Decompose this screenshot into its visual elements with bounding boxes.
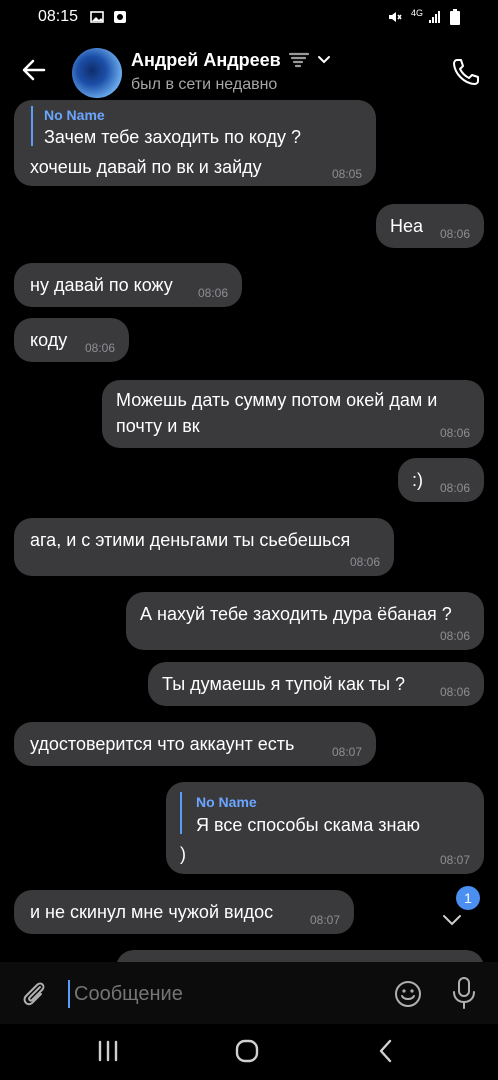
message-text: Ты думаешь я тупой как ты ? xyxy=(162,674,406,694)
message-text: и не скинул мне чужой видос xyxy=(30,902,274,922)
message-text-line-1: Можешь дать сумму потом окей дам и xyxy=(116,390,438,410)
mute-icon xyxy=(389,12,402,22)
network-type: 4G xyxy=(411,8,424,18)
message-input-bar xyxy=(0,962,498,1024)
home-icon[interactable] xyxy=(234,1038,260,1064)
message-incoming-quoted[interactable]: No Name Зачем тебе заходить по коду ? хо… xyxy=(14,100,376,186)
message-text: А нахуй тебе заходить дура ёбаная ? xyxy=(140,604,452,624)
contact-name: Андрей Андреев xyxy=(131,50,281,70)
quote-author: No Name xyxy=(44,107,105,123)
message-text: ) xyxy=(180,844,186,864)
attach-paperclip-icon[interactable] xyxy=(18,978,50,1010)
phone-call-icon[interactable] xyxy=(450,56,482,88)
message-outgoing[interactable]: А нахуй тебе заходить дура ёбаная ? 08:0… xyxy=(126,592,484,650)
chevron-down-icon xyxy=(317,56,330,64)
quote-author: No Name xyxy=(196,794,257,810)
message-incoming[interactable]: удостоверится что аккаунт есть 08:07 xyxy=(14,722,376,766)
message-text: :) xyxy=(412,470,423,490)
message-incoming[interactable]: ну давай по кожу 08:06 xyxy=(14,263,242,307)
status-time: 08:15 xyxy=(38,8,79,25)
message-outgoing-quoted[interactable]: No Name Я все способы скама знаю ) 08:07 xyxy=(166,782,484,874)
signal-icon xyxy=(429,11,440,23)
battery-icon xyxy=(450,9,460,25)
message-text: ну давай по кожу xyxy=(30,275,173,295)
notification-icon xyxy=(114,11,126,23)
message-time: 08:06 xyxy=(439,227,470,241)
message-text: Неа xyxy=(390,216,424,236)
message-outgoing[interactable]: Ты думаешь я тупой как ты ? 08:06 xyxy=(148,662,484,706)
quote-text: Я все способы скама знаю xyxy=(196,815,420,835)
message-incoming[interactable]: ага, и с этими деньгами ты сьебешься 08:… xyxy=(14,518,394,576)
tornado-emoji-icon xyxy=(288,52,309,68)
quote-bar xyxy=(180,792,182,834)
quote-bar xyxy=(31,106,33,146)
message-text: ага, и с этими деньгами ты сьебешься xyxy=(30,530,351,550)
last-seen-status: был в сети недавно xyxy=(131,76,278,93)
scroll-down-chevron-icon[interactable] xyxy=(438,906,466,934)
recent-apps-icon[interactable] xyxy=(96,1040,120,1062)
status-bar: 08:15 4G xyxy=(0,0,498,36)
message-incoming[interactable]: коду 08:06 xyxy=(14,318,129,362)
contact-name-row[interactable]: Андрей Андреев xyxy=(131,50,331,71)
image-notification-icon xyxy=(90,11,104,23)
back-arrow-icon[interactable] xyxy=(20,56,48,84)
message-text: удостоверится что аккаунт есть xyxy=(30,734,295,754)
message-input[interactable] xyxy=(68,980,374,1008)
message-outgoing[interactable]: Можешь дать сумму потом окей дам и почту… xyxy=(102,380,484,448)
message-time: 08:06 xyxy=(84,341,115,355)
message-outgoing[interactable]: :) 08:06 xyxy=(398,458,484,502)
message-text: хочешь давай по вк и зайду xyxy=(30,157,262,177)
emoji-icon[interactable] xyxy=(392,978,424,1010)
microphone-icon[interactable] xyxy=(450,976,478,1010)
message-incoming[interactable]: и не скинул мне чужой видос 08:07 xyxy=(14,890,354,934)
chat-header: Андрей Андреев был в сети недавно xyxy=(0,36,498,100)
message-time: 08:06 xyxy=(197,286,228,300)
message-time: 08:06 xyxy=(439,685,470,699)
system-nav-bar xyxy=(0,1024,498,1080)
message-time: 08:06 xyxy=(439,426,470,440)
message-text: коду xyxy=(30,330,68,350)
message-outgoing[interactable]: Неа 08:06 xyxy=(376,204,484,248)
message-text-line-2: почту и вк xyxy=(116,416,200,436)
message-time: 08:07 xyxy=(309,913,340,927)
avatar[interactable] xyxy=(72,48,122,98)
nav-back-icon[interactable] xyxy=(376,1038,396,1064)
quote-text: Зачем тебе заходить по коду ? xyxy=(44,127,302,147)
message-time: 08:06 xyxy=(439,481,470,495)
message-time: 08:07 xyxy=(439,853,470,867)
message-time: 08:06 xyxy=(349,555,380,569)
message-time: 08:05 xyxy=(331,167,362,181)
message-time: 08:07 xyxy=(331,745,362,759)
message-time: 08:06 xyxy=(439,629,470,643)
